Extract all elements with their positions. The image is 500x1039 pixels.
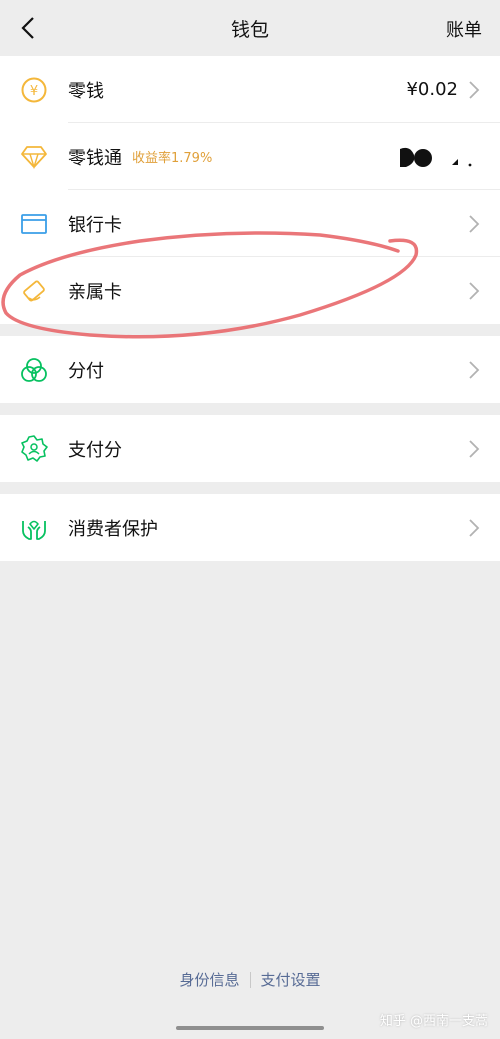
watermark: 知乎 @西南一支蒿 xyxy=(379,1014,488,1029)
family-card-icon xyxy=(20,277,48,305)
wallet-group-protection: 消费者保护 xyxy=(0,494,500,561)
yuan-coin-icon: ¥ xyxy=(20,76,48,104)
row-label: 零钱通 xyxy=(68,147,122,169)
identity-info-link[interactable]: 身份信息 xyxy=(179,969,239,990)
row-installment[interactable]: 分付 xyxy=(0,336,500,403)
footer-separator xyxy=(249,971,251,988)
chevron-left-icon xyxy=(21,17,34,39)
nav-bar: 钱包 账单 xyxy=(0,0,500,56)
protection-hands-icon xyxy=(20,514,48,542)
row-family-card[interactable]: 亲属卡 xyxy=(0,257,500,324)
bank-card-icon xyxy=(20,210,48,238)
footer-links: 身份信息 支付设置 xyxy=(0,969,500,990)
chevron-right-icon xyxy=(469,440,480,458)
row-label: 分付 xyxy=(68,360,104,382)
row-bank-card[interactable]: 银行卡 xyxy=(0,190,500,257)
row-label: 银行卡 xyxy=(68,214,122,236)
row-label: 亲属卡 xyxy=(68,281,122,303)
bill-button[interactable]: 账单 xyxy=(446,16,482,42)
row-pay-score[interactable]: 支付分 xyxy=(0,415,500,482)
pay-score-icon xyxy=(20,434,48,463)
home-indicator xyxy=(176,1026,324,1030)
payment-settings-link[interactable]: 支付设置 xyxy=(261,969,321,990)
row-change[interactable]: ¥ 零钱 ¥0.02 xyxy=(0,56,500,123)
chevron-right-icon xyxy=(469,81,480,99)
row-label: 支付分 xyxy=(68,439,122,461)
redaction-blob xyxy=(400,147,472,167)
row-label: 消费者保护 xyxy=(68,518,158,540)
chevron-right-icon xyxy=(469,282,480,300)
svg-text:¥: ¥ xyxy=(30,84,38,99)
section-gap xyxy=(0,482,500,494)
yield-rate: 收益率1.79% xyxy=(132,151,213,166)
installment-icon xyxy=(20,356,48,384)
wallet-group-installment: 分付 xyxy=(0,336,500,403)
row-change-pass[interactable]: 零钱通 收益率1.79% xyxy=(0,123,500,190)
back-button[interactable] xyxy=(12,12,44,44)
chevron-right-icon xyxy=(469,215,480,233)
section-gap xyxy=(0,403,500,415)
page-title: 钱包 xyxy=(230,18,269,41)
chevron-right-icon xyxy=(469,361,480,379)
chevron-right-icon xyxy=(469,519,480,537)
wallet-group-main: ¥ 零钱 ¥0.02 零钱通 收益率1.79% 银行卡 亲属卡 xyxy=(0,56,500,324)
row-label: 零钱 xyxy=(68,80,104,102)
row-consumer-protection[interactable]: 消费者保护 xyxy=(0,494,500,561)
balance-value: ¥0.02 xyxy=(406,79,458,100)
diamond-icon xyxy=(20,143,48,171)
section-gap xyxy=(0,324,500,336)
wallet-group-score: 支付分 xyxy=(0,415,500,482)
